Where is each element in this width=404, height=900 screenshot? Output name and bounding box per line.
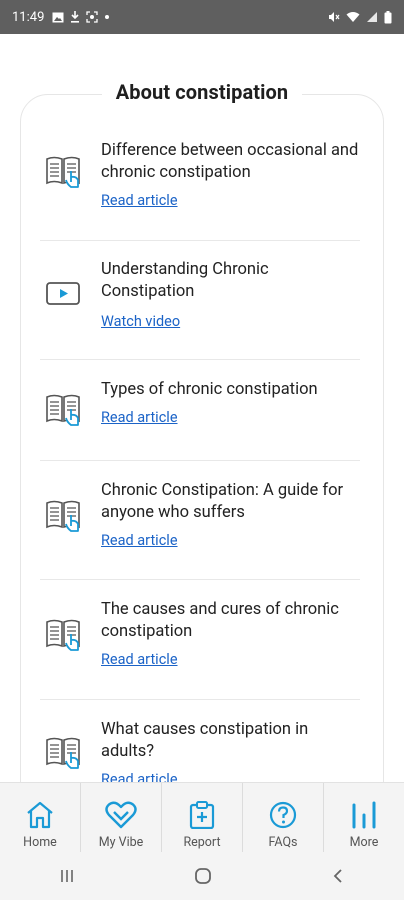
bottom-navigation: Home My Vibe Report FAQs More bbox=[0, 782, 404, 853]
read-article-link[interactable]: Read article bbox=[101, 532, 178, 549]
status-time: 11:49 bbox=[12, 9, 45, 25]
read-article-link[interactable]: Read article bbox=[101, 192, 178, 209]
item-title: Chronic Constipation: A guide for anyone… bbox=[101, 481, 344, 522]
video-play-icon bbox=[45, 279, 83, 313]
nav-faqs[interactable]: FAQs bbox=[242, 783, 323, 853]
mute-icon bbox=[329, 12, 340, 22]
dot-icon bbox=[105, 15, 110, 19]
question-icon bbox=[269, 801, 297, 829]
watch-video-link[interactable]: Watch video bbox=[101, 313, 180, 330]
nav-home[interactable]: Home bbox=[0, 783, 80, 853]
main-content: About constipation Difference between oc… bbox=[0, 34, 404, 782]
nav-report[interactable]: Report bbox=[161, 783, 242, 853]
item-title: Types of chronic constipation bbox=[101, 380, 318, 399]
book-hand-icon bbox=[45, 393, 83, 433]
home-icon bbox=[27, 801, 53, 829]
read-article-link[interactable]: Read article bbox=[101, 651, 178, 668]
signal-icon bbox=[367, 12, 377, 22]
system-navigation-bar bbox=[0, 852, 404, 900]
item-title: Difference between occasional and chroni… bbox=[101, 141, 359, 182]
list-item[interactable]: What causes constipation in adults? Read… bbox=[40, 700, 360, 782]
battery-icon bbox=[384, 10, 392, 23]
clipboard-plus-icon bbox=[189, 801, 215, 829]
item-title: Understanding Chronic Constipation bbox=[101, 260, 269, 301]
read-article-link[interactable]: Read article bbox=[101, 409, 178, 426]
scan-icon bbox=[86, 11, 99, 23]
nav-home-label: Home bbox=[23, 835, 57, 850]
nav-more[interactable]: More bbox=[323, 783, 404, 853]
list-item[interactable]: Types of chronic constipation Read artic… bbox=[40, 360, 360, 461]
bar-chart-icon bbox=[352, 801, 376, 829]
book-hand-icon bbox=[45, 736, 83, 776]
list-item[interactable]: Understanding Chronic Constipation Watch… bbox=[40, 241, 360, 360]
wifi-icon bbox=[346, 12, 360, 22]
recent-apps-icon[interactable] bbox=[59, 869, 75, 883]
nav-more-label: More bbox=[349, 835, 379, 850]
section-title: About constipation bbox=[101, 80, 303, 104]
heart-icon bbox=[105, 801, 137, 829]
list-item[interactable]: Chronic Constipation: A guide for anyone… bbox=[40, 461, 360, 580]
download-icon bbox=[71, 11, 80, 23]
item-title: What causes constipation in adults? bbox=[101, 720, 309, 761]
nav-my-vibe-label: My Vibe bbox=[98, 835, 144, 850]
book-hand-icon bbox=[45, 499, 83, 539]
home-button-icon[interactable] bbox=[194, 867, 212, 885]
status-bar: 11:49 bbox=[0, 0, 404, 34]
book-hand-icon bbox=[45, 618, 83, 658]
nav-my-vibe[interactable]: My Vibe bbox=[80, 783, 161, 853]
read-article-link[interactable]: Read article bbox=[101, 771, 178, 782]
book-hand-icon bbox=[45, 155, 83, 195]
list-item[interactable]: Difference between occasional and chroni… bbox=[40, 120, 360, 241]
image-notification-icon bbox=[52, 12, 64, 22]
back-icon[interactable] bbox=[331, 868, 345, 884]
list-item[interactable]: The causes and cures of chronic constipa… bbox=[40, 580, 360, 700]
item-title: The causes and cures of chronic constipa… bbox=[101, 600, 339, 641]
nav-faqs-label: FAQs bbox=[268, 835, 298, 850]
nav-report-label: Report bbox=[183, 835, 221, 850]
